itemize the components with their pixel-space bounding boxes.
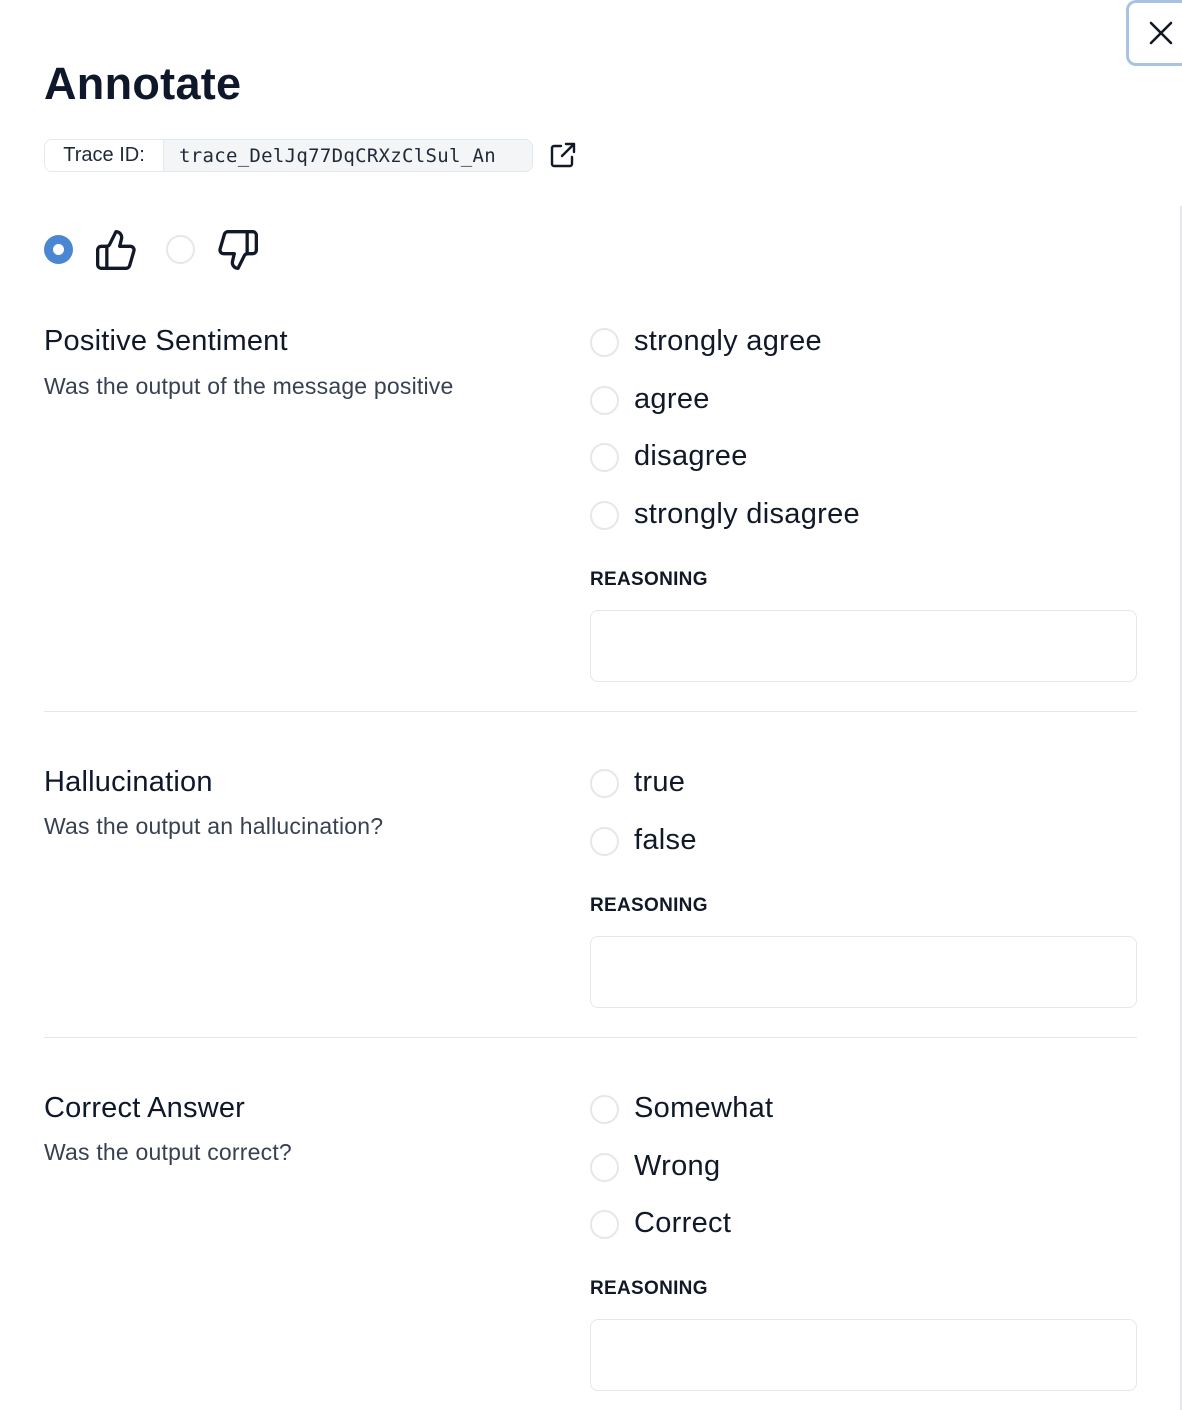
section-divider	[44, 711, 1137, 712]
section-title: Correct Answer	[44, 1092, 246, 1124]
section-divider	[44, 1037, 1137, 1038]
radio-button[interactable]	[590, 443, 619, 472]
option-label: strongly agree	[634, 325, 822, 357]
section-title: Positive Sentiment	[44, 325, 288, 357]
section-title: Hallucination	[44, 766, 213, 798]
option-label: Correct	[634, 1207, 732, 1239]
external-link-icon[interactable]	[548, 140, 578, 170]
reasoning-input[interactable]	[590, 936, 1137, 1008]
option-label: true	[634, 766, 686, 798]
reasoning-label: REASONING	[590, 569, 708, 590]
reasoning-input[interactable]	[590, 1319, 1137, 1391]
reasoning-label: REASONING	[590, 1278, 708, 1299]
option-label: Wrong	[634, 1150, 721, 1182]
option-label: false	[634, 824, 697, 856]
radio-button[interactable]	[590, 769, 619, 798]
thumbs-up-radio[interactable]	[44, 235, 73, 264]
radio-button[interactable]	[590, 1153, 619, 1182]
option-label: Somewhat	[634, 1092, 774, 1124]
trace-id-badge: Trace ID: trace_DelJq77DqCRXzClSul_An	[44, 139, 533, 172]
radio-button[interactable]	[590, 386, 619, 415]
radio-button[interactable]	[590, 328, 619, 357]
thumbs-up-icon[interactable]	[94, 228, 138, 272]
thumbs-down-icon[interactable]	[216, 228, 260, 272]
section-description: Was the output an hallucination?	[44, 813, 384, 839]
option-label: agree	[634, 383, 710, 415]
thumbs-down-radio[interactable]	[166, 235, 195, 264]
reasoning-label: REASONING	[590, 895, 708, 916]
reasoning-input[interactable]	[590, 610, 1137, 682]
close-button[interactable]	[1126, 0, 1182, 66]
option-label: strongly disagree	[634, 498, 860, 530]
radio-button[interactable]	[590, 827, 619, 856]
radio-button[interactable]	[590, 1210, 619, 1239]
trace-id-value: trace_DelJq77DqCRXzClSul_An	[164, 140, 532, 171]
close-icon	[1149, 21, 1173, 45]
section-description: Was the output of the message positive	[44, 373, 454, 399]
option-label: disagree	[634, 440, 748, 472]
dialog-title: Annotate	[44, 58, 242, 109]
radio-button[interactable]	[590, 501, 619, 530]
section-description: Was the output correct?	[44, 1139, 292, 1165]
trace-id-label: Trace ID:	[45, 140, 164, 171]
radio-button[interactable]	[590, 1095, 619, 1124]
